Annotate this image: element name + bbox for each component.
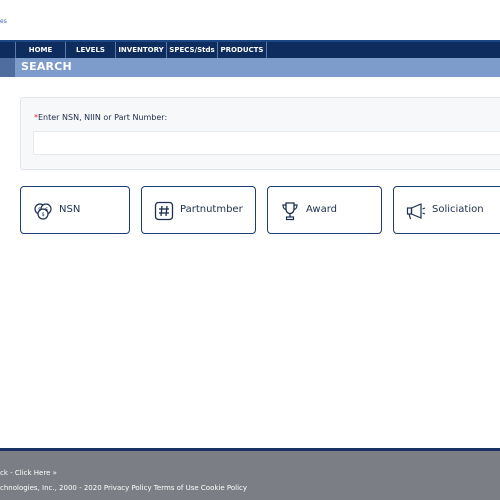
search-field-label: *Enter NSN, NIIN or Part Number:: [34, 113, 167, 122]
nav-item-specs[interactable]: SPECS/Stds: [166, 42, 217, 58]
hash-icon: [154, 201, 174, 221]
tile-partnumber[interactable]: Partnutmber: [141, 186, 256, 234]
site-footer: ck - Click Here » chnologies, Inc., 2000…: [0, 448, 500, 500]
site-logo-text: es: [0, 18, 7, 25]
footer-copyright: chnologies, Inc., 2000 - 2020 Privacy Po…: [0, 484, 248, 492]
svg-text:$: $: [42, 212, 45, 218]
tile-partnumber-label: Partnutmber: [180, 204, 243, 215]
tile-award[interactable]: Award: [267, 186, 382, 234]
search-form-card: *Enter NSN, NIIN or Part Number:: [20, 97, 500, 170]
nav-item-products[interactable]: PRODUCTS: [217, 42, 267, 58]
nav-item-home[interactable]: HOME: [15, 42, 65, 58]
trophy-icon: [282, 202, 298, 221]
megaphone-icon: [406, 203, 426, 220]
search-field-label-text: Enter NSN, NIIN or Part Number:: [38, 113, 168, 122]
main-nav: HOME LEVELS INVENTORY SPECS/Stds PRODUCT…: [0, 40, 500, 58]
search-header-band: SEARCH: [0, 58, 500, 77]
tile-solicitation[interactable]: Soliciation: [393, 186, 500, 234]
footer-click-here-link[interactable]: ck - Click Here »: [0, 469, 57, 477]
nav-item-levels[interactable]: LEVELS: [65, 42, 115, 58]
nav-left-decoration: [0, 42, 15, 58]
search-input[interactable]: [33, 131, 500, 155]
tile-nsn[interactable]: $ $ $ NSN: [20, 186, 130, 234]
svg-text:$: $: [45, 207, 48, 213]
search-band-decoration: [0, 58, 15, 77]
coins-icon: $ $ $: [34, 203, 52, 220]
page-title: SEARCH: [21, 60, 72, 73]
nav-item-inventory[interactable]: INVENTORY: [115, 42, 166, 58]
tile-solicitation-label: Soliciation: [432, 204, 484, 215]
tile-award-label: Award: [306, 204, 338, 215]
tile-nsn-label: NSN: [59, 204, 81, 215]
